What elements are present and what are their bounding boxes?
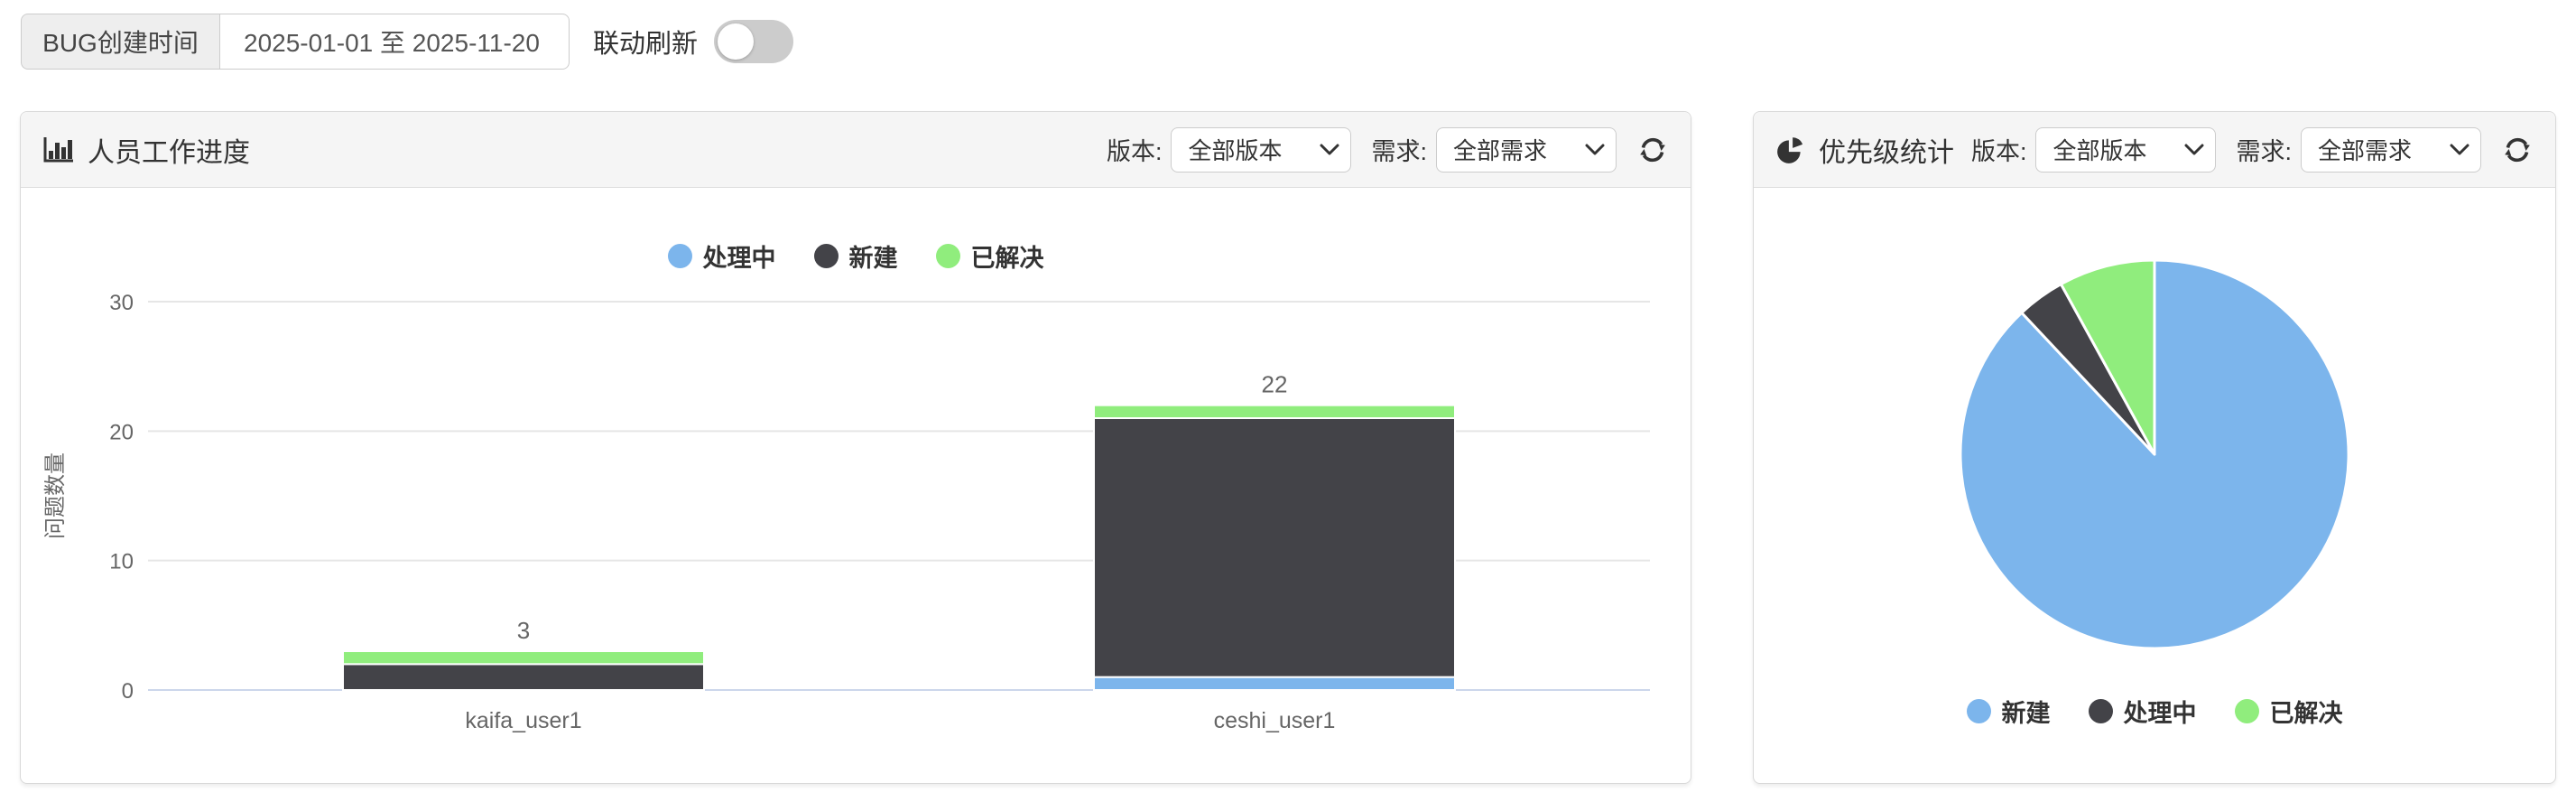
legend-item[interactable]: 新建 [1966,694,2051,729]
pie-chart-icon [1775,135,1806,165]
staff-progress-panel: 人员工作进度 版本: 全部版本 需求: 全部需求 0 10 20 30 问题数量… [20,111,1691,784]
requirement-label: 需求: [2236,138,2292,165]
legend-item[interactable]: 处理中 [667,238,776,274]
filter-bar: BUG创建时间 联动刷新 [21,14,794,70]
svg-text:kaifa_user1: kaifa_user1 [465,708,581,733]
legend-dot [813,244,839,268]
priority-stats-header: 优先级统计 版本: 全部版本 需求: 全部需求 [1754,112,2555,188]
legend-dot [1966,699,1991,723]
chevron-down-icon [2184,144,2204,156]
priority-stats-controls: 版本: 全部版本 需求: 全部需求 [1970,126,2534,173]
chevron-down-icon [2450,144,2469,156]
priority-stats-chart-area: 新建 处理中 已解决 [1754,188,2555,783]
legend-label: 新建 [848,245,898,272]
svg-text:22: 22 [1262,371,1288,398]
linked-refresh-toggle[interactable] [714,20,794,63]
bug-date-range-input[interactable] [219,14,570,70]
requirement-label: 需求: [1371,138,1427,165]
priority-requirement-select[interactable]: 全部需求 [2301,126,2481,173]
svg-text:问题数量: 问题数量 [43,452,68,539]
version-label: 版本: [1106,138,1163,165]
priority-stats-legend: 新建 处理中 已解决 [1754,694,2555,729]
legend-label: 处理中 [2123,700,2197,727]
legend-dot [667,244,692,268]
progress-version-select[interactable]: 全部版本 [1171,126,1352,173]
priority-stats-panel: 优先级统计 版本: 全部版本 需求: 全部需求 新建 处理中 已解决 [1753,111,2556,784]
svg-text:ceshi_user1: ceshi_user1 [1214,708,1336,733]
svg-text:10: 10 [109,550,134,574]
bug-date-input-group: BUG创建时间 [21,14,570,70]
progress-requirement-select[interactable]: 全部需求 [1436,126,1617,173]
chevron-down-icon [1320,144,1339,156]
refresh-icon[interactable] [2501,134,2534,166]
svg-text:3: 3 [517,617,530,644]
legend-dot [2088,699,2113,723]
staff-progress-title: 人员工作进度 [88,137,250,168]
legend-item[interactable]: 新建 [813,238,898,274]
linked-refresh-label: 联动刷新 [593,30,699,59]
priority-version-select[interactable]: 全部版本 [2035,126,2217,173]
svg-text:20: 20 [109,420,134,444]
bug-date-label: BUG创建时间 [21,14,219,70]
legend-dot [2234,699,2259,723]
legend-label: 已解决 [2269,700,2343,727]
staff-progress-chart-area: 0 10 20 30 问题数量 3 kaifa_user1 22 ceshi_user1 处理中… [21,188,1691,783]
legend-dot [935,244,960,268]
legend-item[interactable]: 处理中 [2088,694,2197,729]
staff-progress-legend: 处理中 新建 已解决 [21,238,1691,274]
legend-item[interactable]: 已解决 [935,238,1044,274]
refresh-icon[interactable] [1636,134,1669,166]
priority-stats-title: 优先级统计 [1819,137,1954,168]
version-label: 版本: [1970,138,2027,165]
toggle-knob [718,23,755,60]
bar-chart-icon [42,136,75,163]
legend-label: 已解决 [970,245,1044,272]
legend-item[interactable]: 已解决 [2234,694,2343,729]
priority-stats-title-wrap: 优先级统计 [1775,130,1954,170]
svg-text:30: 30 [109,291,134,315]
staff-progress-header: 人员工作进度 版本: 全部版本 需求: 全部需求 [21,112,1691,188]
staff-progress-chart: 0 10 20 30 问题数量 3 kaifa_user1 22 ceshi_user1 [43,291,1650,733]
staff-progress-title-wrap: 人员工作进度 [42,130,250,170]
staff-progress-controls: 版本: 全部版本 需求: 全部需求 [1106,126,1669,173]
legend-label: 新建 [2001,700,2051,727]
svg-text:0: 0 [122,679,134,704]
legend-label: 处理中 [702,245,776,272]
chevron-down-icon [1585,144,1605,156]
